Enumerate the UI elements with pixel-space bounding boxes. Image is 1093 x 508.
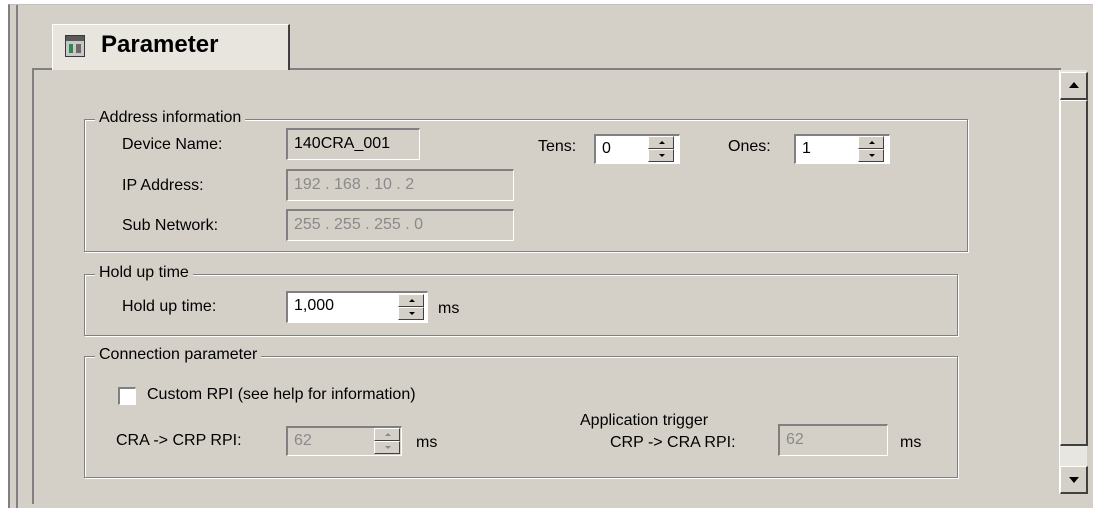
- connection-parameter-title: Connection parameter: [95, 346, 262, 364]
- connection-parameter-group: Connection parameter: [84, 346, 958, 478]
- module-parameter-icon: [65, 35, 85, 57]
- cra-crp-rpi-unit: ms: [416, 434, 438, 451]
- hold-up-time-label: Hold up time:: [122, 298, 217, 315]
- scroll-down-arrow-icon[interactable]: [1060, 466, 1088, 494]
- hold-up-time-stepper[interactable]: [398, 294, 424, 320]
- cra-crp-rpi-down-arrow-icon[interactable]: [374, 441, 400, 454]
- tab-parameter-label: Parameter: [101, 31, 219, 58]
- cra-crp-rpi-label: CRA -> CRP RPI:: [116, 432, 242, 449]
- cra-crp-rpi-up-arrow-icon[interactable]: [374, 428, 400, 441]
- app-trigger-rpi-unit: ms: [900, 434, 922, 451]
- tab-parameter[interactable]: Parameter: [52, 24, 290, 70]
- ip-address-label: IP Address:: [122, 177, 204, 194]
- parameter-panel: Address information Device Name: 140CRA_…: [32, 68, 1061, 504]
- ip-address-field[interactable]: 192 . 168 . 10 . 2: [286, 169, 514, 201]
- hold-up-time-title: Hold up time: [95, 264, 193, 282]
- address-information-title: Address information: [95, 109, 246, 127]
- ones-down-arrow-icon[interactable]: [858, 149, 884, 162]
- tab-strip: Parameter: [18, 24, 1093, 70]
- device-name-field[interactable]: 140CRA_001: [286, 128, 420, 160]
- custom-rpi-label[interactable]: Custom RPI (see help for information): [147, 386, 416, 404]
- ones-stepper[interactable]: [858, 136, 884, 162]
- hold-up-time-unit: ms: [438, 300, 460, 317]
- scroll-up-arrow-icon[interactable]: [1060, 72, 1088, 100]
- app-trigger-label-line2: CRP -> CRA RPI:: [610, 434, 736, 451]
- hold-up-time-up-arrow-icon[interactable]: [398, 294, 424, 307]
- tens-stepper[interactable]: [648, 136, 674, 162]
- sub-network-label: Sub Network:: [122, 217, 219, 234]
- tens-label: Tens:: [538, 138, 577, 155]
- app-trigger-rpi-field[interactable]: 62: [778, 424, 888, 456]
- tens-up-arrow-icon[interactable]: [648, 136, 674, 149]
- cra-crp-rpi-stepper[interactable]: [374, 428, 400, 454]
- sub-network-field[interactable]: 255 . 255 . 255 . 0: [286, 209, 514, 241]
- vertical-scrollbar[interactable]: [1059, 70, 1088, 494]
- ones-label: Ones:: [728, 138, 771, 155]
- scrollbar-thumb[interactable]: [1060, 100, 1088, 446]
- app-trigger-label-line1: Application trigger: [580, 412, 709, 429]
- tens-down-arrow-icon[interactable]: [648, 149, 674, 162]
- device-name-label: Device Name:: [122, 136, 223, 153]
- hold-up-time-down-arrow-icon[interactable]: [398, 307, 424, 320]
- custom-rpi-checkbox[interactable]: [118, 387, 136, 405]
- ones-up-arrow-icon[interactable]: [858, 136, 884, 149]
